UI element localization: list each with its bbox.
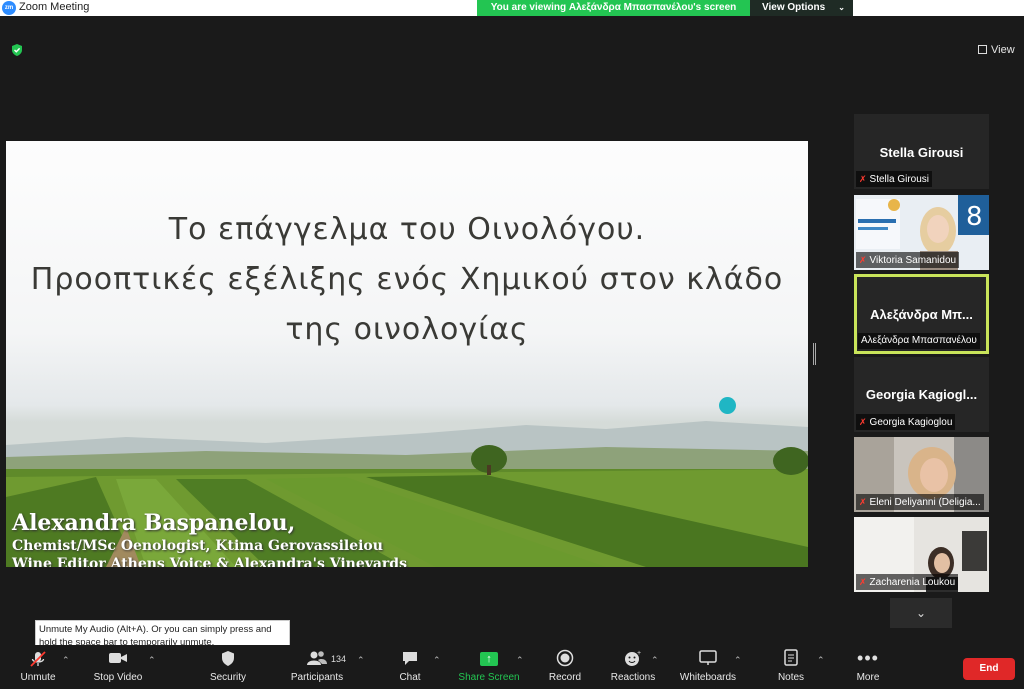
- end-meeting-button[interactable]: End: [963, 658, 1015, 680]
- whiteboard-icon: [676, 645, 740, 671]
- unmute-button[interactable]: Unmute: [4, 645, 72, 689]
- record-button[interactable]: Record: [544, 645, 586, 689]
- notes-label: Notes: [777, 672, 805, 683]
- participant-big-name: Αλεξάνδρα Μπ...: [870, 307, 973, 322]
- chat-options-caret-icon[interactable]: ⌃: [433, 655, 441, 666]
- viewing-screen-banner: You are viewing Αλεξάνδρα Μπασπανέλου's …: [477, 0, 750, 16]
- whiteboards-label: Whiteboards: [679, 672, 737, 683]
- chat-label: Chat: [399, 672, 421, 683]
- panel-splitter-handle[interactable]: [813, 343, 816, 365]
- whiteboards-options-caret-icon[interactable]: ⌃: [734, 655, 742, 666]
- participant-name: Zacharenia Loukou: [869, 577, 956, 588]
- window-title: Zoom Meeting: [19, 1, 90, 13]
- grid-icon: [978, 45, 987, 54]
- participant-big-name: Stella Girousi: [879, 145, 964, 160]
- shield-icon: [203, 645, 253, 671]
- chevron-down-icon: ⌄: [838, 3, 845, 12]
- security-button[interactable]: Security: [203, 645, 253, 689]
- participant-label: ✗ Zacharenia Loukou: [856, 574, 959, 590]
- participant-label: ✗ Georgia Kagioglou: [856, 414, 956, 430]
- shared-screen: Το επάγγελμα του Οινολόγου. Προοπτικές ε…: [6, 141, 808, 567]
- slide-title-line-3: της οινολογίας: [285, 312, 529, 347]
- share-arrow-icon: ↑: [456, 645, 522, 671]
- record-label: Record: [548, 672, 582, 683]
- record-icon: [544, 645, 586, 671]
- zoom-logo-icon: zm: [2, 1, 16, 15]
- slide-author: Alexandra Baspanelou, Chemist/MSc Oenolo…: [12, 509, 407, 567]
- slide-title: Το επάγγελμα του Οινολόγου. Προοπτικές ε…: [6, 205, 808, 355]
- participant-label: Αλεξάνδρα Μπασπανέλου: [858, 333, 980, 349]
- audio-options-caret-icon[interactable]: ⌃: [62, 655, 70, 666]
- reactions-options-caret-icon[interactable]: ⌃: [651, 655, 659, 666]
- microphone-muted-icon: ✗: [859, 255, 867, 265]
- more-label: More: [856, 672, 880, 683]
- participant-tile-active-speaker[interactable]: Αλεξάνδρα Μπ... Αλεξάνδρα Μπασπανέλου: [854, 274, 989, 354]
- participant-big-name: Georgia Kagiogl...: [865, 387, 978, 402]
- whiteboards-button[interactable]: Whiteboards: [676, 645, 740, 689]
- svg-text:+: +: [637, 650, 641, 657]
- chat-bubble-icon: [390, 645, 430, 671]
- microphone-muted-icon: ✗: [859, 174, 867, 184]
- participant-label: ✗ Stella Girousi: [856, 171, 933, 187]
- view-options-label: View Options: [762, 2, 826, 13]
- meeting-toolbar: Unmute ⌃ Stop Video ⌃ Security Participa…: [0, 645, 1024, 689]
- security-label: Security: [209, 672, 247, 683]
- microphone-muted-icon: ✗: [859, 497, 867, 507]
- video-camera-icon: [88, 645, 148, 671]
- microphone-muted-icon: ✗: [859, 417, 867, 427]
- view-button-label: View: [991, 44, 1015, 56]
- notes-icon: [771, 645, 811, 671]
- stop-video-label: Stop Video: [93, 672, 143, 683]
- reactions-button[interactable]: + Reactions: [608, 645, 658, 689]
- participant-label: ✗ Viktoria Samanidou: [856, 252, 960, 268]
- participants-options-caret-icon[interactable]: ⌃: [357, 655, 365, 666]
- stop-video-button[interactable]: Stop Video: [88, 645, 148, 689]
- participants-count: 134: [331, 654, 347, 664]
- participant-tile[interactable]: ✗ Eleni Deliyanni (Deligia...: [854, 437, 989, 512]
- ellipsis-icon: •••: [857, 648, 879, 668]
- title-bar: zm Zoom Meeting You are viewing Αλεξάνδρ…: [0, 0, 1024, 16]
- participants-label: Participants: [290, 672, 344, 683]
- participant-label: ✗ Eleni Deliyanni (Deligia...: [856, 494, 984, 510]
- unmute-label: Unmute: [20, 672, 56, 683]
- participants-button[interactable]: Participants: [286, 645, 348, 689]
- svg-text:8: 8: [966, 202, 983, 232]
- reactions-label: Reactions: [610, 672, 656, 683]
- author-role: Chemist/MSc Oenologist, Ktima Gerovassil…: [12, 538, 383, 554]
- scroll-participants-down-button[interactable]: ⌄: [890, 598, 952, 628]
- shield-check-icon[interactable]: [10, 43, 24, 57]
- participant-name: Αλεξάνδρα Μπασπανέλου: [861, 335, 977, 346]
- more-button[interactable]: ••• More: [848, 645, 888, 689]
- share-options-caret-icon[interactable]: ⌃: [516, 655, 524, 666]
- share-screen-label: Share Screen: [458, 672, 520, 683]
- video-options-caret-icon[interactable]: ⌃: [148, 655, 156, 666]
- view-button[interactable]: View: [972, 40, 1021, 60]
- microphone-muted-icon: ✗: [859, 577, 867, 587]
- slide-title-line-2: Προοπτικές εξέλιξης ενός Χημικού στον κλ…: [30, 262, 784, 297]
- cursor-dot: [719, 397, 736, 414]
- participant-tile[interactable]: Georgia Kagiogl... ✗ Georgia Kagioglou: [854, 357, 989, 432]
- participant-name: Eleni Deliyanni (Deligia...: [869, 497, 981, 508]
- author-role-2: Wine Editor Athens Voice & Alexandra's V…: [12, 556, 407, 567]
- participant-name: Georgia Kagioglou: [869, 417, 953, 428]
- share-screen-button[interactable]: ↑ Share Screen: [456, 645, 522, 689]
- view-options-button[interactable]: View Options ⌄: [750, 0, 853, 16]
- chevron-down-icon: ⌄: [915, 606, 927, 620]
- participant-name: Viktoria Samanidou: [869, 255, 957, 266]
- author-name: Alexandra Baspanelou,: [12, 510, 296, 536]
- slide-title-line-1: Το επάγγελμα του Οινολόγου.: [168, 212, 646, 247]
- notes-button[interactable]: Notes: [771, 645, 811, 689]
- notes-options-caret-icon[interactable]: ⌃: [817, 655, 825, 666]
- chat-button[interactable]: Chat: [390, 645, 430, 689]
- participant-tile[interactable]: ✗ Zacharenia Loukou: [854, 517, 989, 592]
- participant-tile[interactable]: Stella Girousi ✗ Stella Girousi: [854, 114, 989, 189]
- participant-name: Stella Girousi: [869, 174, 930, 185]
- participant-tile[interactable]: 8 ✗ Viktoria Samanidou: [854, 195, 989, 270]
